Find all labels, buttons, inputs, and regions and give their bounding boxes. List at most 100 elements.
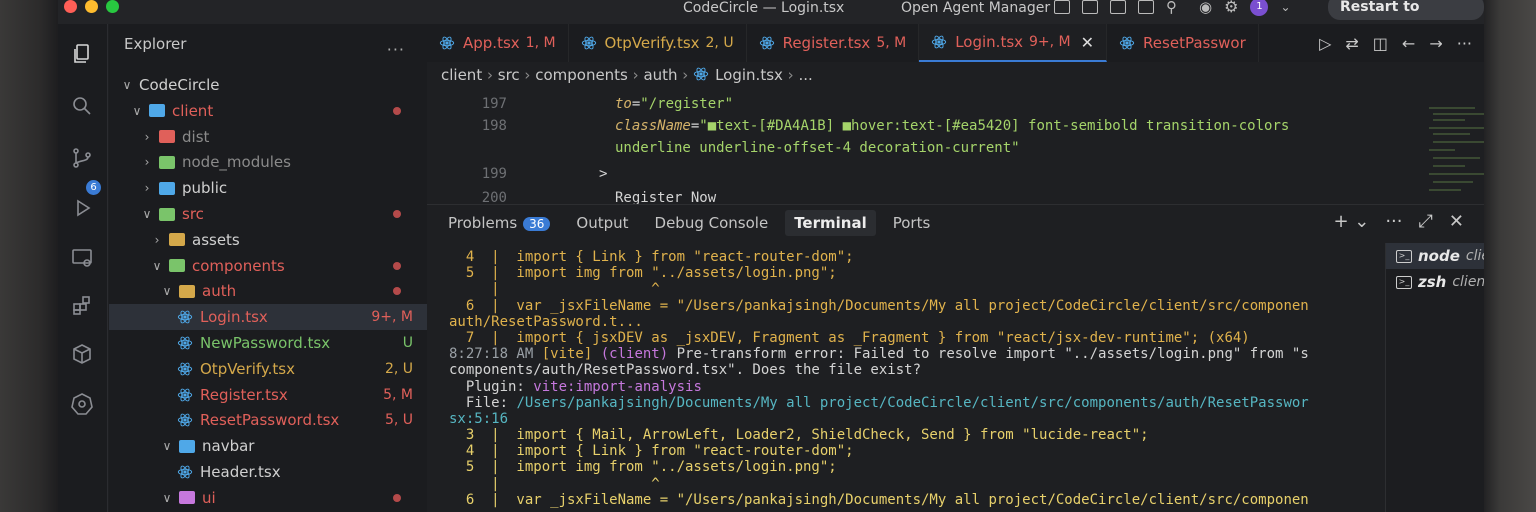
containers-icon[interactable] [68,340,96,368]
terminal-cwd: client [1452,274,1484,290]
activity-bar: 6 [58,24,108,512]
editor-tab[interactable]: Login.tsx 9+, M ✕ [919,24,1108,62]
editor-tab[interactable]: Register.tsx 5, M [747,24,920,62]
tree-item[interactable]: › dist [109,124,427,150]
code-token: "/register" [640,96,734,112]
tree-item[interactable]: Login.tsx 9+, M [109,304,427,331]
terminal-name: node [1418,247,1460,265]
folder-icon [179,439,195,453]
terminal-token: (client) [592,346,677,363]
window-title: CodeCircle — Login.tsx [683,0,845,16]
explorer-more-actions[interactable]: ··· [387,40,405,59]
account-avatar[interactable]: 1 [1250,0,1269,16]
tab-debug-console[interactable]: Debug Console [646,210,778,236]
code-content: to="/register" [615,96,733,112]
maximize-panel-icon[interactable]: ⤢ [1419,211,1433,232]
split-editor-icon[interactable]: ◫ [1373,34,1388,53]
code-editor[interactable]: 197 to="/register" 198 className="■text-[#D… [427,92,1484,206]
kubernetes-icon[interactable] [68,390,96,418]
terminal-line: File: /Users/pankajsingh/Documents/My al… [449,395,1309,411]
tree-item[interactable]: ∨ ui [109,485,427,511]
line-number: 197 [481,96,507,112]
code-token: > [599,166,608,182]
tree-item[interactable]: Header.tsx [109,459,427,485]
settings-gear-icon[interactable]: ⚙ [1224,0,1238,16]
compare-changes-icon[interactable]: ⇄ [1345,34,1358,53]
extensions-icon[interactable] [68,292,96,320]
terminal-icon: >_ [1396,275,1412,289]
file-status: U [402,335,413,351]
tab-terminal[interactable]: Terminal [785,210,876,236]
breadcrumb-item[interactable]: ... [798,66,812,84]
restart-to-update-button[interactable]: Restart to Update → [1328,0,1484,41]
tree-item[interactable]: Register.tsx 5, M [109,382,427,408]
close-panel-icon[interactable]: ✕ [1449,211,1464,232]
remote-explorer-icon[interactable] [68,244,96,272]
tree-item[interactable]: ∨ components [109,253,427,279]
tree-item[interactable]: OtpVerify.tsx 2, U [109,356,427,382]
tree-item[interactable]: ∨ auth [109,278,427,304]
minimap[interactable] [1425,94,1484,204]
terminal-output[interactable]: 4 | import { Link } from "react-router-d… [449,249,1309,512]
panel-toggle-icon[interactable] [1110,0,1126,14]
chrome-icon[interactable]: ◉ [1199,0,1212,16]
tree-item-label: public [182,179,228,198]
search-icon[interactable] [68,92,96,120]
run-debug-icon[interactable] [68,194,96,222]
tree-item[interactable]: ∨ CodeCircle [109,72,427,98]
source-control-icon[interactable] [68,144,96,172]
breadcrumb-item[interactable]: Login.tsx [715,66,783,84]
go-back-icon[interactable]: ← [1402,34,1415,53]
tree-item[interactable]: › public [109,175,427,201]
folder-icon [169,259,185,273]
sidebar-toggle-icon[interactable] [1082,0,1098,14]
tab-problems[interactable]: Problems 36 [439,210,559,236]
explorer-icon[interactable] [68,40,96,68]
more-actions-icon[interactable]: ··· [1457,34,1472,53]
terminal-instance[interactable]: >_ zsh client [1386,269,1484,295]
tree-item[interactable]: ResetPassword.tsx 5, U [109,407,427,433]
minimize-window-button[interactable] [85,0,98,13]
tree-item-label: client [172,101,214,120]
editor-tab[interactable]: OtpVerify.tsx 2, U [569,24,747,62]
layout-icon[interactable] [1054,0,1070,14]
breadcrumb-item[interactable]: components [535,66,628,84]
search-icon[interactable]: ⚲ [1166,0,1177,16]
terminal-token: vite:import-analysis [533,378,702,395]
close-window-button[interactable] [64,0,77,13]
agent-manager-link[interactable]: Open Agent Manager [901,0,1050,16]
chevron-icon: › [144,181,150,196]
tree-item[interactable]: ∨ navbar [109,433,427,459]
tree-item[interactable]: NewPassword.tsx U [109,330,427,356]
terminal-instance[interactable]: >_ node client [1386,243,1484,269]
tab-ports[interactable]: Ports [884,210,940,236]
close-tab-icon[interactable]: ✕ [1081,33,1094,52]
editor-tab[interactable]: ResetPasswor [1107,24,1259,62]
terminal-token: 6 | var _jsxFileName = "/Users/pankajsin… [449,297,1309,314]
tree-item[interactable]: ∨ client [109,98,427,124]
editor-tab[interactable]: App.tsx 1, M [427,24,569,62]
tab-output[interactable]: Output [567,210,637,236]
zoom-window-button[interactable] [106,0,119,13]
terminal-token: 8:27:18 AM [449,346,542,363]
go-forward-icon[interactable]: → [1429,34,1442,53]
modified-dot [393,106,401,115]
tree-item-label: dist [182,127,210,146]
new-terminal-button[interactable]: + ⌄ [1333,211,1369,232]
tree-item-label: auth [202,282,237,301]
tree-item[interactable]: › node_modules [109,149,427,175]
tree-item[interactable]: › assets [109,227,427,253]
chevron-icon: ∨ [162,284,172,299]
editor-actions: ▷ ⇄ ◫ ← → ··· [1307,24,1484,62]
file-status: 2, U [384,360,413,377]
breadcrumb-item[interactable]: auth [643,66,677,84]
chevron-down-icon[interactable]: ⌄ [1280,0,1290,16]
tree-item[interactable]: ∨ src [109,201,427,227]
breadcrumb-item[interactable]: client [441,66,482,84]
run-icon[interactable]: ▷ [1319,34,1331,53]
tree-item-label: ui [202,488,216,507]
terminal-more-icon[interactable]: ··· [1385,211,1402,232]
terminal-token: 6 | var _jsxFileName = "/Users/pankajsin… [449,491,1309,508]
secondary-sidebar-icon[interactable] [1138,0,1154,14]
breadcrumb-item[interactable]: src [498,66,520,84]
